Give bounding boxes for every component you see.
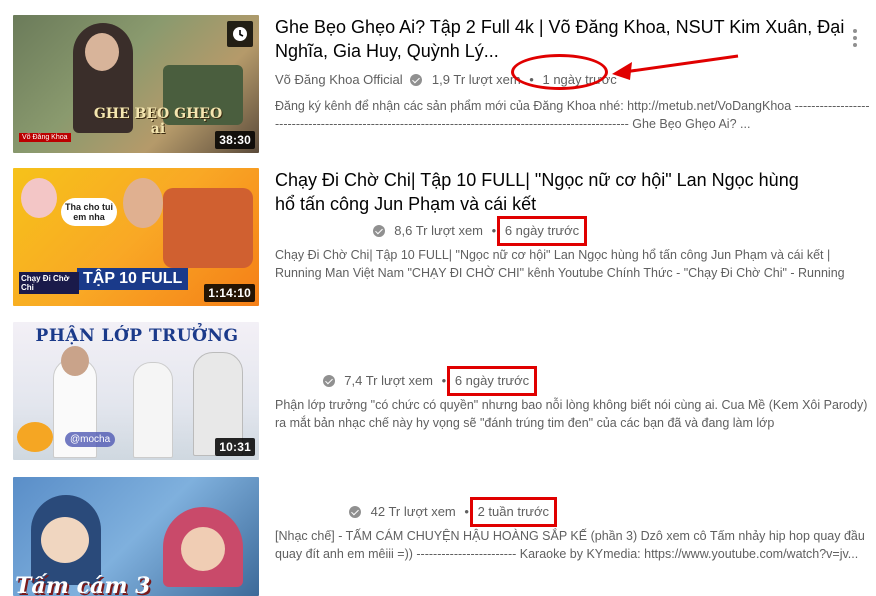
thumb-face — [85, 33, 119, 71]
verified-check-icon — [322, 375, 335, 387]
thumb-show-logo: Chạy Đi Chờ Chi — [19, 272, 79, 294]
verified-check-icon — [410, 73, 423, 86]
thumb-face — [61, 346, 89, 376]
video-meta-line: 7,4 Tr lượt xem • 6 ngày trước — [275, 366, 871, 396]
thumb-banner-text: TẬP 10 FULL — [77, 268, 189, 290]
thumb-face — [123, 178, 163, 228]
video-thumbnail[interactable]: Tha cho tui em nha TẬP 10 FULL Chạy Đi C… — [13, 168, 259, 306]
video-row[interactable]: PHẬN LỚP TRƯỞNG @mocha 10:31 7,4 Tr lượt… — [0, 322, 876, 462]
thumb-figure — [133, 362, 173, 458]
thumb-channel-logo — [17, 422, 53, 452]
channel-name[interactable]: Võ Đăng Khoa Official — [275, 70, 403, 90]
video-meta-line: 8,6 Tr lượt xem • 6 ngày trước — [275, 216, 871, 246]
video-description: Đăng ký kênh để nhận các sản phẩm mới củ… — [275, 99, 870, 131]
upload-age: 6 ngày trước — [446, 366, 538, 396]
watch-later-clock-icon[interactable] — [227, 21, 253, 47]
view-count: 7,4 Tr lượt xem — [344, 373, 433, 388]
video-row[interactable]: GHE BẸO GHẸO ai Võ Đăng Khoa 38:30 Ghe B… — [0, 15, 876, 155]
video-thumbnail[interactable]: Tấm cám 3 — [13, 477, 259, 596]
thumb-group — [163, 188, 253, 268]
thumb-title-art: GHE BẸO GHẸO ai — [93, 106, 223, 137]
annotation-circle — [511, 54, 608, 90]
video-duration: 1:14:10 — [204, 284, 255, 302]
video-description: Phận lớp trưởng "có chức có quyền" nhưng… — [275, 398, 868, 430]
verified-check-icon — [372, 225, 385, 237]
thumb-watermark: @mocha — [65, 432, 116, 447]
more-vert-icon[interactable] — [852, 29, 858, 49]
video-thumbnail[interactable]: GHE BẸO GHẸO ai Võ Đăng Khoa 38:30 — [13, 15, 259, 153]
video-description: Chạy Đi Chờ Chi| Tập 10 FULL| "Ngọc nữ c… — [275, 248, 845, 280]
separator-dot: • — [491, 223, 497, 238]
view-count: 8,6 Tr lượt xem — [394, 223, 483, 238]
video-meta-line: 42 Tr lượt xem • 2 tuần trước — [275, 497, 871, 527]
view-count: 1,9 Tr lượt xem — [431, 71, 521, 87]
thumb-face — [21, 178, 57, 218]
separator-dot: • — [441, 373, 447, 388]
verified-check-icon — [349, 506, 361, 518]
thumb-title-art: PHẬN LỚP TRƯỞNG — [35, 326, 239, 346]
video-thumbnail[interactable]: PHẬN LỚP TRƯỞNG @mocha 10:31 — [13, 322, 259, 460]
video-row[interactable]: Tấm cám 3 42 Tr lượt xem • 2 tuần trước … — [0, 477, 876, 596]
separator-dot: • — [464, 504, 469, 519]
thumb-face — [181, 527, 225, 571]
upload-age: 2 tuần trước — [469, 497, 558, 527]
annotation-arrow — [612, 54, 739, 80]
thumb-bubble-text: Tha cho tui em nha — [61, 198, 117, 226]
thumb-channel-logo: Võ Đăng Khoa — [19, 133, 71, 142]
view-count: 42 Tr lượt xem — [370, 504, 456, 519]
video-duration: 38:30 — [215, 131, 255, 149]
thumb-title-art: Tấm cám 3 — [15, 573, 151, 596]
thumb-face — [41, 517, 89, 563]
video-duration: 10:31 — [215, 438, 255, 456]
upload-age: 6 ngày trước — [496, 216, 588, 246]
video-title[interactable]: Chạy Đi Chờ Chi| Tập 10 FULL| "Ngọc nữ c… — [275, 168, 815, 216]
video-description: [Nhạc chế] - TẤM CÁM CHUYỆN HẬU HOÀNG SẮ… — [275, 529, 865, 561]
channel-name[interactable] — [275, 219, 365, 243]
channel-name[interactable] — [275, 369, 315, 393]
video-row[interactable]: Tha cho tui em nha TẬP 10 FULL Chạy Đi C… — [0, 168, 876, 308]
